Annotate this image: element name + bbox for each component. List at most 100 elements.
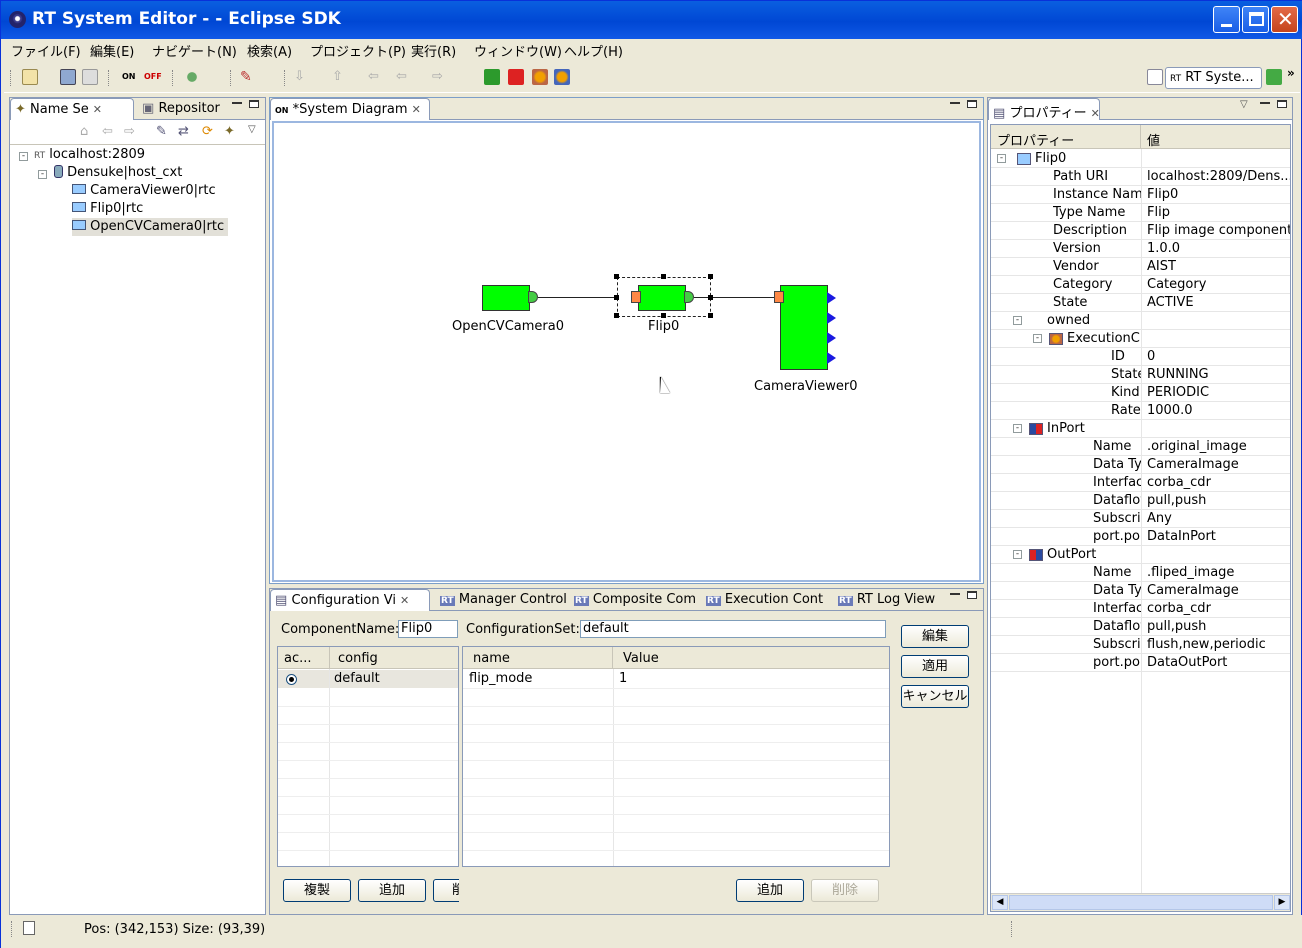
collapse-icon[interactable]: - [997,154,1006,163]
more-icon[interactable]: » [1287,66,1295,80]
tree-item-flip[interactable]: Flip0|rtc [72,200,143,218]
tree-item-cameraviewer[interactable]: CameraViewer0|rtc [72,182,216,200]
table-row[interactable]: flip_mode 1 [463,670,889,688]
close-window-button[interactable]: ✕ [1271,6,1298,33]
menu-help[interactable]: ヘルプ(H) [564,41,623,60]
last-edit-icon[interactable]: ⇦ [368,69,384,85]
fast-view-icon[interactable] [23,921,35,935]
connect-icon[interactable]: ✦ [224,124,235,139]
diagram-canvas[interactable]: OpenCVCamera0 Flip0 CameraViewer0 [272,121,981,582]
view-menu-icon[interactable]: ▽ [1240,99,1248,110]
resize-handle[interactable] [661,274,666,279]
collapse-icon[interactable]: - [1013,316,1022,325]
property-row[interactable]: Interface T corba_cdr [991,474,1290,492]
property-row[interactable]: Data Type CameraImage [991,582,1290,600]
property-row[interactable]: Data Type CameraImage [991,456,1290,474]
property-row[interactable]: - InPort [991,420,1290,438]
minimize-icon[interactable] [1260,102,1270,104]
maximize-button[interactable] [1242,6,1269,33]
outport-icon[interactable] [528,291,538,303]
property-row[interactable]: - owned [991,312,1290,330]
tab-execution-context[interactable]: RT Execution Cont [702,589,832,611]
property-row[interactable]: Rate 1000.0 [991,402,1290,420]
activate-all-icon[interactable] [484,69,500,85]
print-icon[interactable] [82,69,98,85]
property-row[interactable]: Subscriptio flush,new,periodic [991,636,1290,654]
link-icon[interactable]: ⇄ [178,124,189,139]
tab-system-diagram[interactable]: ON *System Diagram ✕ [270,98,430,120]
property-row[interactable]: Name .fliped_image [991,564,1290,582]
collapse-icon[interactable]: - [19,152,28,161]
deactivate-all-icon[interactable] [508,69,524,85]
column-header-name[interactable]: name [463,647,613,669]
menu-project[interactable]: プロジェクト(P) [310,41,406,60]
cancel-button[interactable]: キャンセル [901,685,969,708]
delete-config-button[interactable]: 削 [433,879,459,902]
tab-manager-control[interactable]: RT Manager Control [436,589,567,611]
collapse-icon[interactable]: - [1013,550,1022,559]
property-row[interactable]: Dataflow T pull,push [991,492,1290,510]
property-row[interactable]: ID 0 [991,348,1290,366]
tab-repository[interactable]: ▣ Repositor [138,98,228,120]
edit-button[interactable]: 編集 [901,625,969,648]
forward-icon[interactable]: ⇨ [124,124,135,139]
maximize-icon[interactable] [1277,100,1287,108]
tab-name-service[interactable]: ✦ Name Se ✕ [10,98,134,120]
forward-icon[interactable]: ⇨ [432,69,448,85]
maximize-icon[interactable] [967,591,977,599]
column-header-active[interactable]: ac... [278,647,330,669]
inport-icon[interactable] [774,291,784,303]
service-port-icon[interactable] [827,352,836,364]
tab-composite-component[interactable]: RT Composite Com [570,589,700,611]
menu-file[interactable]: ファイル(F) [11,41,81,60]
menu-edit[interactable]: 編集(E) [90,41,134,60]
perspective-icon[interactable] [1266,69,1282,85]
start-all-icon[interactable] [532,69,548,85]
resize-handle[interactable] [661,313,666,318]
component-cameraviewer[interactable] [780,285,828,370]
property-row[interactable]: Vendor AIST [991,258,1290,276]
property-row[interactable]: Category Category [991,276,1290,294]
component-flip[interactable] [638,285,686,311]
property-row[interactable]: - OutPort [991,546,1290,564]
property-row[interactable]: Path URI localhost:2809/Dens... [991,168,1290,186]
collapse-icon[interactable]: - [38,170,47,179]
close-icon[interactable]: ✕ [93,103,102,116]
edit-icon[interactable]: ✎ [156,124,167,139]
perspective-switcher[interactable]: RT RT Syste... [1165,67,1262,89]
property-row[interactable]: Description Flip image component [991,222,1290,240]
resize-handle[interactable] [614,313,619,318]
property-row[interactable]: - Flip0 [991,150,1290,168]
property-row[interactable]: - ExecutionC [991,330,1290,348]
next-annotation-icon[interactable]: ⇩ [294,69,310,85]
search-icon[interactable] [184,69,200,85]
minimize-icon[interactable] [232,102,242,104]
table-row[interactable]: default [278,670,458,688]
component-opencvcamera[interactable] [482,285,530,311]
property-row[interactable]: Type Name Flip [991,204,1290,222]
maximize-icon[interactable] [249,100,259,108]
service-port-icon[interactable] [827,332,836,344]
add-config-button[interactable]: 追加 [358,879,426,902]
add-param-button[interactable]: 追加 [736,879,804,902]
property-row[interactable]: State RUNNING [991,366,1290,384]
column-header-property[interactable]: プロパティー [991,125,1141,149]
property-row[interactable]: Kind PERIODIC [991,384,1290,402]
connection-line[interactable] [538,297,614,298]
inport-icon[interactable] [631,291,641,303]
maximize-icon[interactable] [967,100,977,108]
home-icon[interactable]: ⌂ [80,124,88,139]
property-row[interactable]: Instance Nam Flip0 [991,186,1290,204]
scroll-left-icon[interactable]: ◀ [992,895,1008,910]
service-port-icon[interactable] [827,312,836,324]
property-row[interactable]: port.port_ty DataOutPort [991,654,1290,672]
menu-search[interactable]: 検索(A) [247,41,292,60]
menu-run[interactable]: 実行(R) [411,41,456,60]
refresh-icon[interactable]: ⟳ [202,124,213,139]
tab-properties[interactable]: ▤ プロパティー ✕ [988,98,1100,121]
save-icon[interactable] [60,69,76,85]
pin-icon[interactable]: ✎ [240,69,256,85]
copy-config-button[interactable]: 複製 [283,879,351,902]
close-icon[interactable]: ✕ [1091,107,1100,120]
apply-button[interactable]: 適用 [901,655,969,678]
